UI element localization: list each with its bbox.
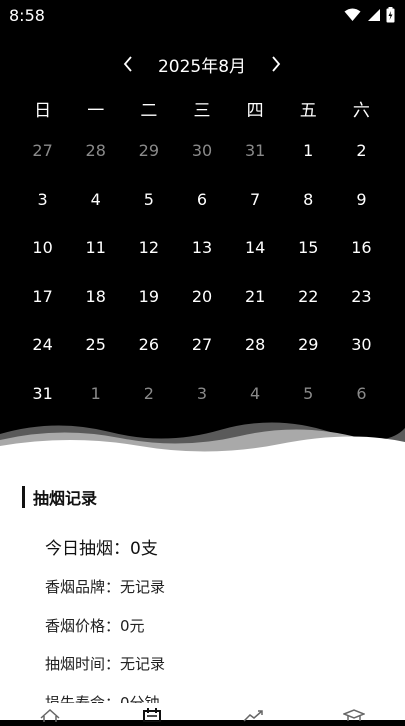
weekday-header: 日 一 二 三 四 五 六 <box>16 96 388 126</box>
tab-learn[interactable] <box>341 707 367 721</box>
calendar-day[interactable]: 9 <box>335 185 388 234</box>
record-sheet: 抽烟记录 今日抽烟：0支 香烟品牌：无记录 香烟价格：0元 抽烟时间：无记录 损… <box>0 452 405 720</box>
chevron-left-icon <box>123 56 132 72</box>
weekday-label: 六 <box>352 101 370 121</box>
calendar-day[interactable]: 16 <box>335 233 388 282</box>
calendar-day[interactable]: 27 <box>175 330 228 379</box>
calendar-grid: 27 28 29 30 31 1 2 3 4 5 6 7 8 9 10 11 12 13 14 15 16 17 18 19 2… <box>16 136 388 428</box>
signal-icon <box>368 9 380 21</box>
section-accent-bar <box>22 486 25 508</box>
calendar-day[interactable]: 25 <box>69 330 122 379</box>
cigarette-brand: 香烟品牌：无记录 <box>45 578 166 596</box>
calendar-day[interactable]: 3 <box>16 185 69 234</box>
smoking-time: 抽烟时间：无记录 <box>45 655 166 673</box>
calendar-day[interactable]: 29 <box>282 330 335 379</box>
calendar-day-outside-month[interactable]: 29 <box>122 136 175 185</box>
calendar-day[interactable]: 26 <box>122 330 175 379</box>
calendar-day[interactable]: 4 <box>69 185 122 234</box>
calendar-day[interactable]: 21 <box>229 282 282 331</box>
section-header: 抽烟记录 <box>22 486 97 508</box>
calendar-day[interactable]: 18 <box>69 282 122 331</box>
calendar-day[interactable]: 22 <box>282 282 335 331</box>
weekday-label: 三 <box>193 101 211 121</box>
battery-icon <box>386 7 395 23</box>
status-icons <box>344 6 395 24</box>
prev-month-button[interactable] <box>116 50 140 78</box>
calendar-day[interactable]: 6 <box>175 185 228 234</box>
bottom-tab-bar <box>0 703 405 723</box>
wifi-icon <box>344 8 361 21</box>
calendar-day[interactable]: 2 <box>335 136 388 185</box>
calendar-week-row: 3456789 <box>16 185 388 234</box>
calendar-day[interactable]: 13 <box>175 233 228 282</box>
calendar-week-row: 10 11 12 13 14 15 16 <box>16 233 388 282</box>
weekday-label: 日 <box>34 101 52 121</box>
weekday-label: 五 <box>299 101 317 121</box>
calendar-day[interactable]: 19 <box>122 282 175 331</box>
section-title: 抽烟记录 <box>33 489 98 508</box>
calendar-day[interactable]: 15 <box>282 233 335 282</box>
calendar-day[interactable]: 10 <box>16 233 69 282</box>
today-count: 今日抽烟：0支 <box>45 539 158 559</box>
chevron-right-icon <box>272 56 281 72</box>
calendar-day[interactable]: 30 <box>335 330 388 379</box>
calendar-day[interactable]: 28 <box>229 330 282 379</box>
calendar-day-outside-month[interactable]: 31 <box>229 136 282 185</box>
cigarette-price: 香烟价格：0元 <box>45 617 145 635</box>
calendar-week-row: 24 25 26 27 28 29 30 <box>16 330 388 379</box>
calendar-day-outside-month[interactable]: 30 <box>175 136 228 185</box>
tab-home[interactable] <box>39 707 61 722</box>
calendar-day[interactable]: 12 <box>122 233 175 282</box>
status-time: 8:58 <box>9 6 45 25</box>
month-navigation: 2025年8月 <box>0 48 405 82</box>
calendar-day[interactable]: 14 <box>229 233 282 282</box>
tab-trend[interactable] <box>242 707 264 722</box>
calendar-day[interactable]: 8 <box>282 185 335 234</box>
calendar-week-row: 17 18 19 20 21 22 23 <box>16 282 388 331</box>
calendar-day[interactable]: 23 <box>335 282 388 331</box>
tab-calendar[interactable] <box>141 707 163 723</box>
calendar-day[interactable]: 17 <box>16 282 69 331</box>
calendar-day[interactable]: 1 <box>282 136 335 185</box>
calendar-day[interactable]: 5 <box>122 185 175 234</box>
calendar-week-row: 27 28 29 30 31 1 2 <box>16 136 388 185</box>
weekday-label: 四 <box>246 101 264 121</box>
next-month-button[interactable] <box>264 50 288 78</box>
calendar-day-outside-month[interactable]: 27 <box>16 136 69 185</box>
weekday-label: 一 <box>87 101 105 121</box>
calendar-day-outside-month[interactable]: 28 <box>69 136 122 185</box>
status-bar: 8:58 <box>0 0 405 30</box>
month-title: 2025年8月 <box>157 57 247 77</box>
calendar-day[interactable]: 11 <box>69 233 122 282</box>
calendar-day[interactable]: 7 <box>229 185 282 234</box>
calendar-day[interactable]: 24 <box>16 330 69 379</box>
weekday-label: 二 <box>140 101 158 121</box>
calendar-day[interactable]: 20 <box>175 282 228 331</box>
